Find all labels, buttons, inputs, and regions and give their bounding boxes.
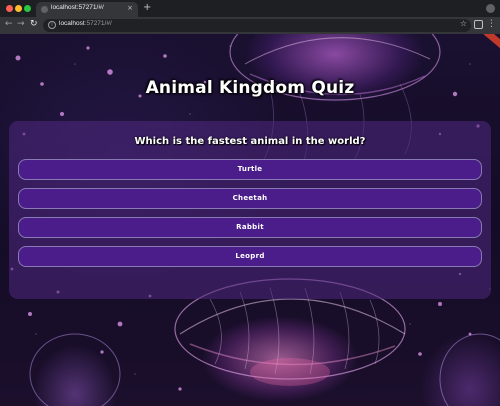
window-minimize-button[interactable] xyxy=(15,5,22,12)
page-viewport: Animal Kingdom Quiz Which is the fastest… xyxy=(0,34,500,406)
answer-button-cheetah[interactable]: Cheetah xyxy=(18,188,482,209)
browser-tab[interactable]: localhost:57271/#/ × xyxy=(36,2,138,17)
plus-icon[interactable]: + xyxy=(143,2,151,13)
back-arrow-icon[interactable]: ← xyxy=(5,19,13,29)
answer-button-leopard[interactable]: Leoprd xyxy=(18,246,482,267)
close-icon[interactable]: × xyxy=(127,4,133,12)
bookmark-star-icon[interactable]: ☆ xyxy=(460,19,467,28)
question-card: Which is the fastest animal in the world… xyxy=(9,121,491,299)
tab-title: localhost:57271/#/ xyxy=(51,4,104,11)
address-bar[interactable]: i localhost:57271/#/ ☆ xyxy=(43,19,471,32)
info-icon[interactable]: i xyxy=(48,21,56,29)
menu-icon[interactable]: ⋮ xyxy=(487,19,496,29)
reload-icon[interactable]: ↻ xyxy=(30,19,38,29)
question-text: Which is the fastest animal in the world… xyxy=(134,136,366,147)
forward-arrow-icon[interactable]: → xyxy=(17,19,25,29)
globe-icon xyxy=(41,6,48,13)
browser-titlebar: localhost:57271/#/ × + xyxy=(0,0,500,17)
window-close-button[interactable] xyxy=(6,5,13,12)
window-maximize-button[interactable] xyxy=(24,5,31,12)
browser-toolbar: ← → ↻ i localhost:57271/#/ ☆ ⋮ xyxy=(0,17,500,34)
profile-icon[interactable] xyxy=(486,4,495,13)
answer-button-turtle[interactable]: Turtle xyxy=(18,159,482,180)
answer-list: Turtle Cheetah Rabbit Leoprd xyxy=(18,159,482,275)
page-title: Animal Kingdom Quiz xyxy=(145,78,355,98)
extensions-icon[interactable] xyxy=(474,20,483,29)
answer-button-rabbit[interactable]: Rabbit xyxy=(18,217,482,238)
url-text[interactable]: localhost:57271/#/ xyxy=(59,20,112,27)
url-host: localhost xyxy=(59,20,85,27)
url-path: :57271/#/ xyxy=(84,20,112,27)
